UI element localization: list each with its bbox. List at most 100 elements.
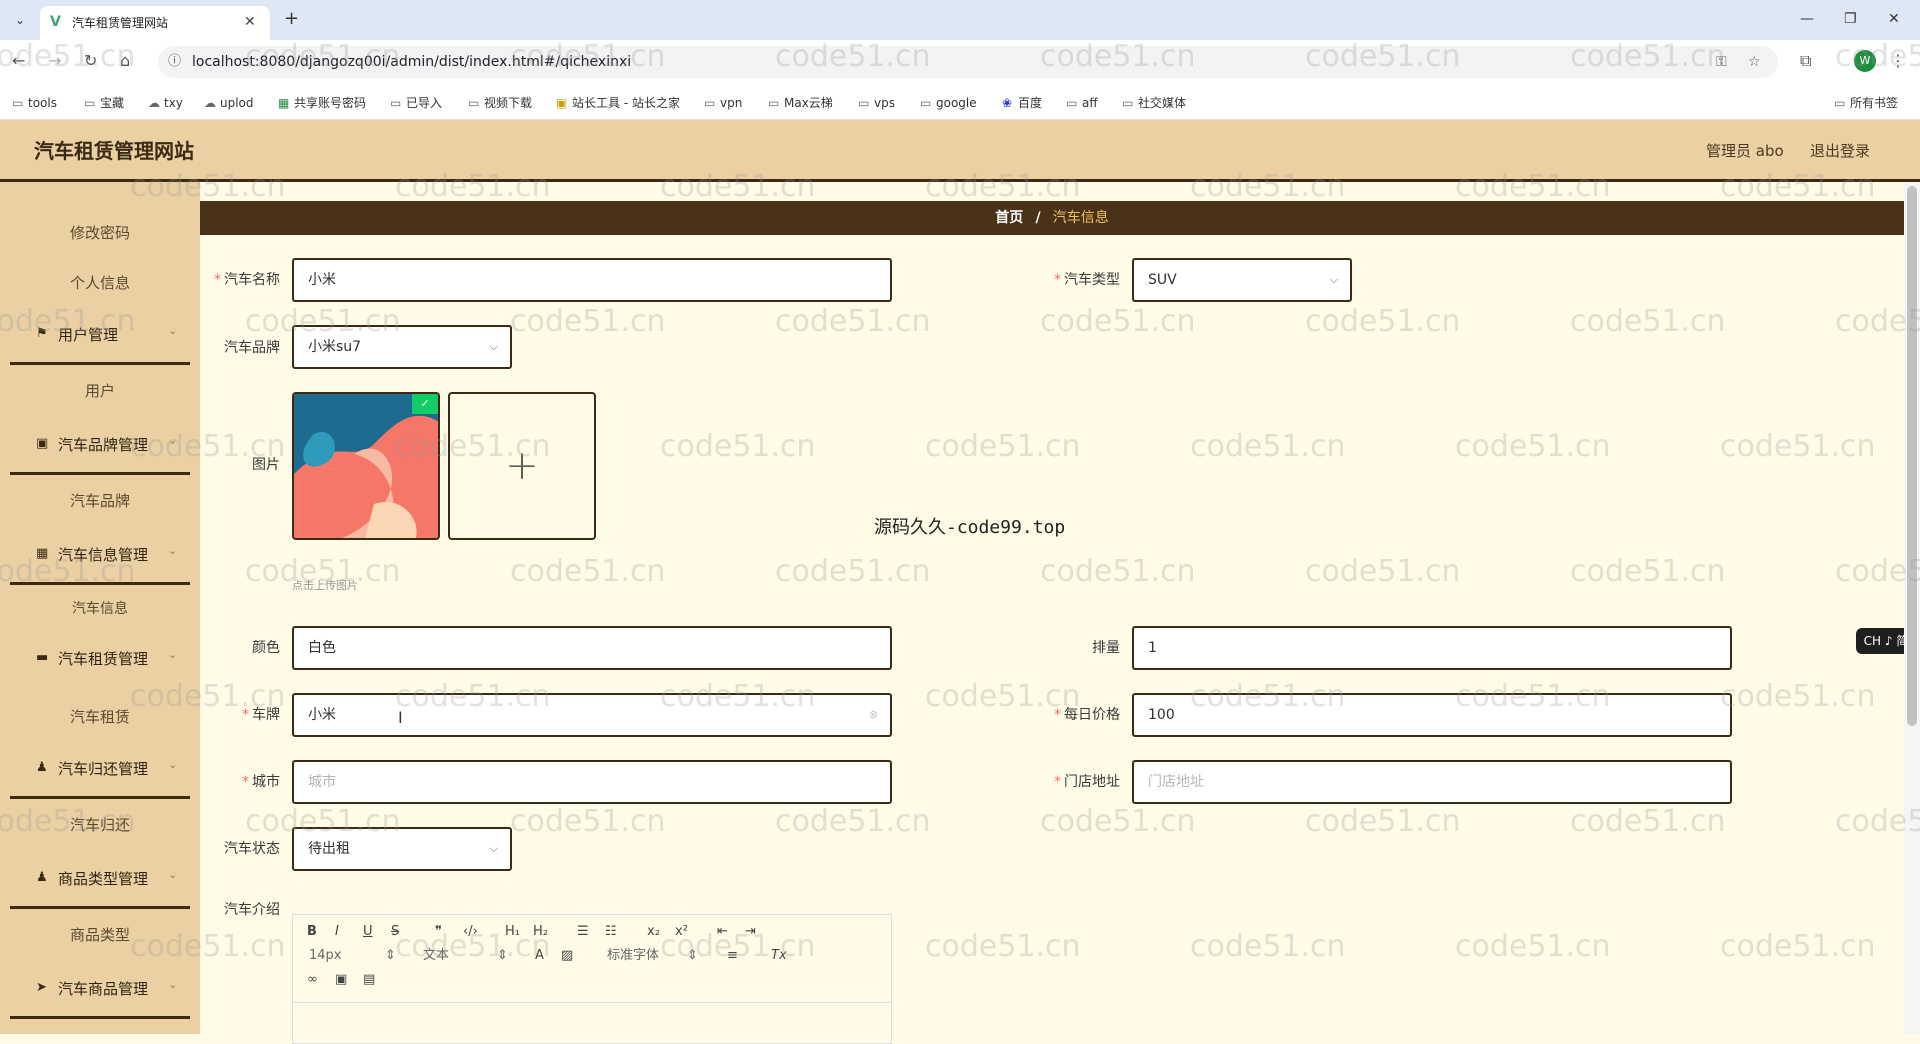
browser-tab[interactable]: V 汽车租赁管理网站 ✕: [40, 6, 270, 40]
indent-icon[interactable]: ⇥: [745, 923, 756, 941]
window-close-icon[interactable]: ✕: [1888, 8, 1900, 30]
new-tab-plus-icon[interactable]: +: [284, 8, 299, 30]
minimize-icon[interactable]: —: [1800, 8, 1814, 30]
video-insert-icon[interactable]: ▤: [363, 971, 375, 989]
bookmark-star-icon[interactable]: ☆: [1748, 51, 1761, 73]
bookmark-aff[interactable]: ▭ aff: [1066, 94, 1098, 112]
forward-arrow-icon[interactable]: →: [48, 50, 61, 72]
logout-button[interactable]: 退出登录: [1810, 140, 1870, 162]
subscript-icon[interactable]: x₂: [647, 923, 660, 941]
superscript-icon[interactable]: x²: [675, 923, 688, 941]
font-size-select[interactable]: 14px: [309, 947, 342, 965]
underline-icon[interactable]: U: [363, 923, 373, 941]
store-address-input[interactable]: 门店地址: [1132, 760, 1732, 804]
ordered-list-icon[interactable]: ☰: [577, 923, 589, 941]
all-bookmarks[interactable]: ▭ 所有书签: [1834, 94, 1898, 112]
watermark-text: code51.cn: [1305, 554, 1461, 589]
url-text[interactable]: localhost:8080/djangozq00i/admin/dist/in…: [192, 51, 631, 73]
sidebar-menu-brand[interactable]: ▣ 汽车品牌管理 ⌄: [0, 420, 200, 472]
city-input[interactable]: 城市: [292, 760, 892, 804]
bookmark-max[interactable]: ▭ Max云梯: [768, 94, 833, 112]
folder-icon: ▭: [1834, 96, 1846, 110]
car-status-select[interactable]: 待出租 ⌵: [292, 827, 512, 871]
font-color-icon[interactable]: A: [535, 947, 544, 965]
sidebar-item-user[interactable]: 用户: [0, 368, 200, 414]
sidebar-menu-carinfo[interactable]: ▦ 汽车信息管理 ⌄: [0, 530, 200, 582]
sidebar-item-brand[interactable]: 汽车品牌: [0, 478, 200, 524]
site-info-icon[interactable]: ⓘ: [168, 51, 181, 73]
bookmark-baidu[interactable]: ❀ 百度: [1002, 94, 1042, 112]
breadcrumb-home[interactable]: 首页: [995, 210, 1023, 226]
sidebar-menu-return[interactable]: ♟ 汽车归还管理 ⌄: [0, 744, 200, 796]
bookmark-uplod[interactable]: ☁ uplod: [204, 94, 254, 112]
sidebar-item-carinfo[interactable]: 汽车信息: [0, 586, 200, 632]
outdent-icon[interactable]: ⇤: [717, 923, 728, 941]
color-input[interactable]: 白色: [292, 626, 892, 670]
plate-input[interactable]: 小米 ⊗: [292, 693, 892, 737]
car-brand-select[interactable]: 小米su7 ⌵: [292, 325, 512, 369]
bullet-list-icon[interactable]: ☷: [605, 923, 617, 941]
daily-price-input[interactable]: 100: [1132, 693, 1732, 737]
sidebar-menu-goods[interactable]: ➤ 汽车商品管理 ⌄: [0, 964, 200, 1016]
bookmark-imported[interactable]: ▭ 已导入: [390, 94, 442, 112]
strike-icon[interactable]: S: [391, 923, 399, 941]
bookmark-treasure[interactable]: ▭ 宝藏: [84, 94, 124, 112]
bold-icon[interactable]: B: [307, 923, 317, 941]
bookmark-video-download[interactable]: ▭ 视频下载: [468, 94, 532, 112]
bookmark-vps[interactable]: ▭ vps: [858, 94, 895, 112]
displacement-input[interactable]: 1: [1132, 626, 1732, 670]
watermark-text: code51.cn: [1720, 429, 1876, 464]
tab-close-icon[interactable]: ✕: [244, 13, 256, 31]
image-insert-icon[interactable]: ▣: [335, 971, 347, 989]
sidebar-item-goodstype[interactable]: 商品类型: [0, 912, 200, 958]
back-arrow-icon[interactable]: ←: [12, 50, 25, 72]
folder-icon: ▭: [1122, 96, 1134, 110]
uploaded-image-thumbnail[interactable]: ✓: [292, 392, 440, 540]
bookmark-social-media[interactable]: ▭ 社交媒体: [1122, 94, 1186, 112]
address-bar[interactable]: ⓘ localhost:8080/djangozq00i/admin/dist/…: [158, 46, 1778, 78]
heading-select[interactable]: 文本: [423, 947, 449, 965]
daily-price-label: * 每日价格: [1054, 707, 1120, 723]
restore-icon[interactable]: ❐: [1844, 8, 1857, 30]
clear-format-icon[interactable]: Tx: [771, 947, 787, 965]
clear-circle-icon[interactable]: ⊗: [869, 695, 878, 735]
sidebar-menu-rental[interactable]: ▬ 汽车租赁管理 ⌄: [0, 634, 200, 686]
bookmark-vpn[interactable]: ▭ vpn: [704, 94, 742, 112]
code-block-icon[interactable]: ‹/›: [463, 923, 478, 941]
heading2-icon[interactable]: H₂: [533, 923, 548, 941]
align-icon[interactable]: ≡: [727, 947, 738, 965]
car-brand-value: 小米su7: [308, 339, 362, 355]
sidebar-menu-user[interactable]: ⚑ 用户管理 ⌄: [0, 310, 200, 362]
extensions-puzzle-icon[interactable]: ⧉: [1800, 50, 1811, 72]
car-name-input[interactable]: 小米: [292, 258, 892, 302]
blockquote-icon[interactable]: ❞: [435, 923, 442, 941]
heading1-icon[interactable]: H₁: [505, 923, 520, 941]
sidebar-item-return[interactable]: 汽车归还: [0, 802, 200, 848]
chevron-down-icon: ⌵: [1329, 273, 1338, 286]
sidebar-item-personal-info[interactable]: 个人信息: [0, 260, 200, 306]
background-color-icon[interactable]: ▨: [561, 947, 573, 965]
bookmark-tools[interactable]: ▭ tools: [12, 94, 57, 112]
car-type-select[interactable]: SUV ⌵: [1132, 258, 1352, 302]
bookmark-txy[interactable]: ☁ txy: [148, 94, 183, 112]
font-family-select[interactable]: 标准字体: [607, 947, 659, 965]
bookmark-shared-accounts[interactable]: ▦ 共享账号密码: [278, 94, 366, 112]
reload-icon[interactable]: ↻: [84, 50, 97, 72]
link-icon[interactable]: ∞: [307, 971, 318, 989]
more-menu-icon[interactable]: ⋮: [1890, 50, 1906, 72]
scrollbar-thumb[interactable]: [1907, 186, 1917, 726]
profile-avatar[interactable]: W: [1854, 50, 1876, 72]
password-key-icon[interactable]: ⚿: [1716, 51, 1727, 73]
sidebar-menu-goodstype[interactable]: ♟ 商品类型管理 ⌄: [0, 854, 200, 906]
sidebar-item-change-password[interactable]: 修改密码: [0, 210, 200, 256]
sidebar-divider: [10, 472, 190, 475]
bookmark-google[interactable]: ▭ google: [920, 94, 977, 112]
bookmark-webmaster-tools[interactable]: ▣ 站长工具 - 站长之家: [556, 94, 680, 112]
home-icon[interactable]: ⌂: [120, 50, 130, 72]
page-scrollbar[interactable]: [1904, 182, 1920, 1034]
tab-list-chevron-down-icon[interactable]: ⌄: [8, 8, 32, 32]
italic-icon[interactable]: I: [335, 923, 339, 941]
upload-add-plus-icon[interactable]: +: [448, 392, 596, 540]
sidebar-item-rental[interactable]: 汽车租赁: [0, 694, 200, 740]
folder-icon: ▭: [768, 96, 780, 110]
